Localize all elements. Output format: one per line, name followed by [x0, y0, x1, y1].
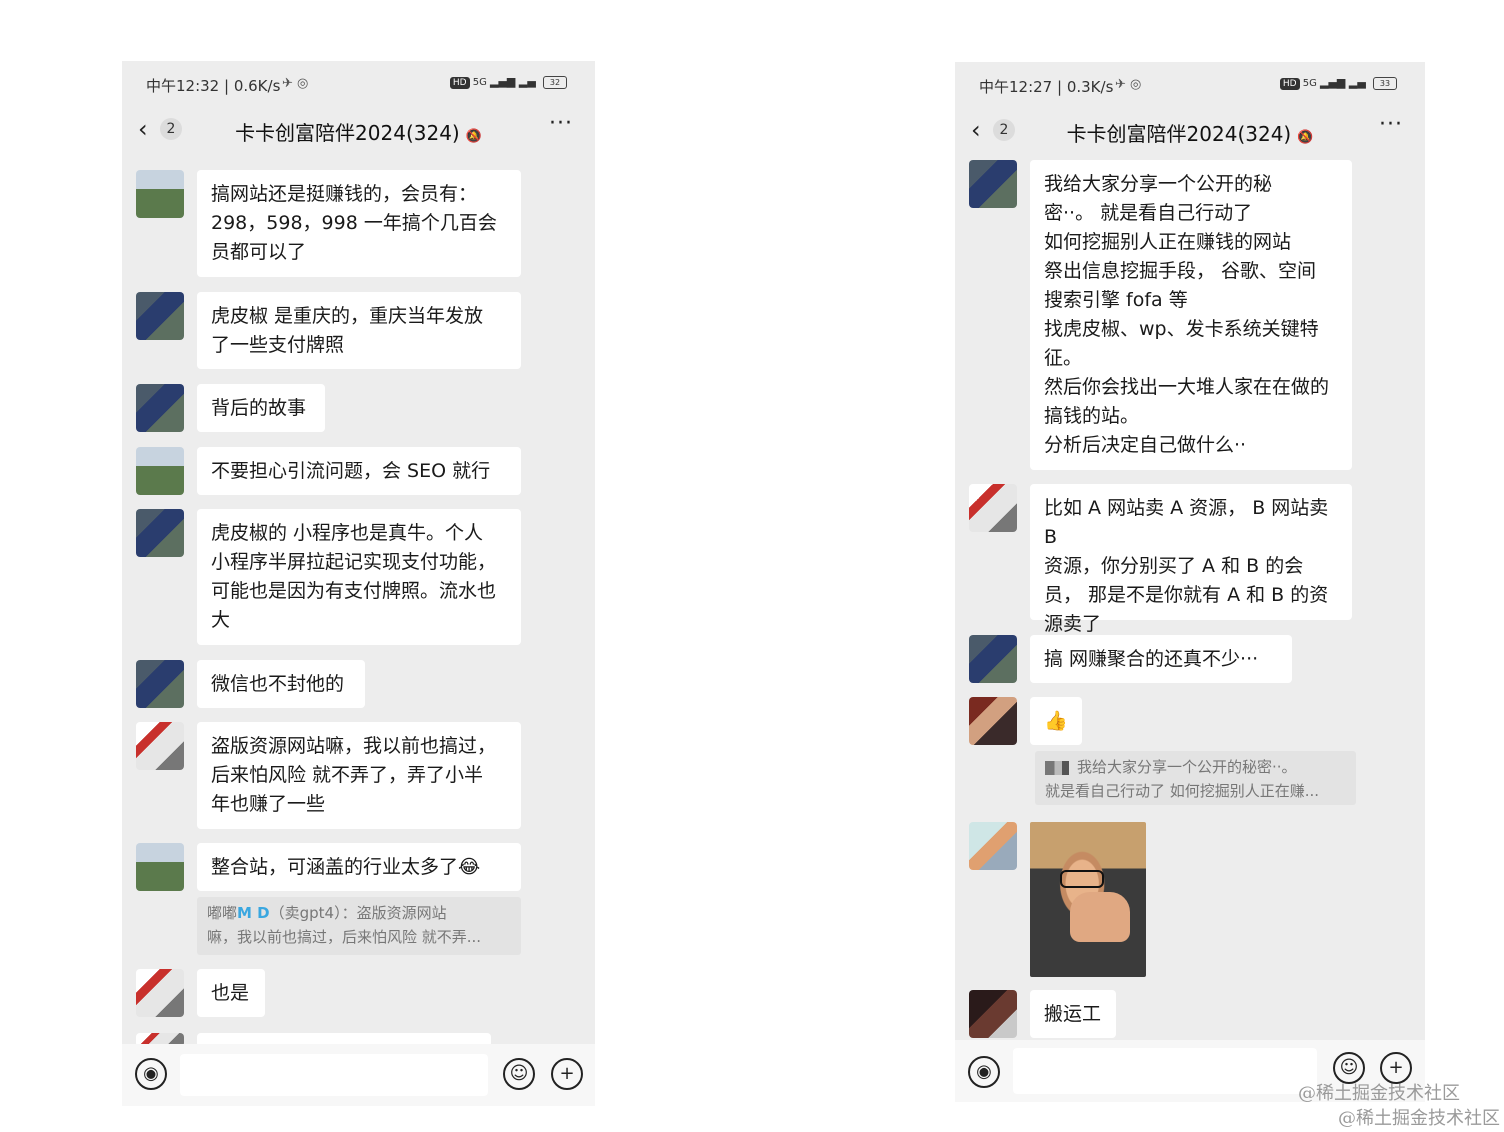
avatar[interactable] — [969, 635, 1017, 683]
status-time: 中午12:32 | 0.6K/s — [146, 77, 281, 95]
avatar[interactable] — [969, 990, 1017, 1038]
watermark: @稀土掘金技术社区 — [1298, 1083, 1460, 1104]
message-bubble[interactable]: 也是 — [197, 969, 265, 1017]
message-bubble[interactable]: 搞 网赚聚合的还真不少··· — [1030, 635, 1292, 683]
quote-author: 嘟嘟 — [207, 904, 238, 922]
avatar[interactable] — [969, 697, 1017, 745]
voice-icon[interactable]: ◉ — [968, 1056, 1000, 1088]
network-label: 5G — [1302, 78, 1317, 89]
chat-title-text: 卡卡创富陪伴2024(324) — [1066, 122, 1292, 146]
avatar[interactable] — [969, 822, 1017, 870]
right-phone-screenshot: 中午12:27 | 0.3K/s ✈ ◎ HD 5G ▂▄▆ ▂▄ 33 ‹ 2… — [955, 62, 1425, 1102]
left-phone-screenshot: 中午12:32 | 0.6K/s ✈ ◎ HD 5G ▂▄▆ ▂▄ 32 ‹ 2… — [122, 61, 595, 1106]
status-icons: ✈ ◎ — [1115, 77, 1142, 92]
network-label: 5G — [472, 77, 487, 88]
avatar[interactable] — [136, 660, 184, 708]
more-icon[interactable]: ··· — [1379, 112, 1403, 137]
image-message[interactable] — [1030, 822, 1146, 977]
signal-icon: ▂▄▆ ▂▄ — [490, 75, 536, 88]
chat-header: ‹ 2 卡卡创富陪伴2024(324) 🔕 ··· — [955, 108, 1425, 152]
message-bubble[interactable]: 搬运工 — [1030, 990, 1116, 1038]
status-right: HD 5G ▂▄▆ ▂▄ 32 — [449, 75, 567, 89]
message-bubble[interactable]: 虎皮椒的 小程序也是真牛。个人 小程序半屏拉起记实现支付功能， 可能也是因为有支… — [197, 509, 521, 645]
quote-author-badge: M D — [237, 904, 270, 922]
avatar[interactable] — [136, 843, 184, 891]
message-bubble[interactable]: 微信也不封他的 — [197, 660, 365, 708]
photo-detail — [1070, 892, 1130, 942]
message-bubble[interactable]: 虎皮椒 是重庆的，重庆当年发放 了一些支付牌照 — [197, 292, 521, 369]
avatar[interactable] — [969, 160, 1017, 208]
chat-title: 卡卡创富陪伴2024(324) 🔕 — [955, 118, 1425, 147]
message-input[interactable] — [1013, 1048, 1317, 1094]
status-icons: ✈ ◎ — [282, 76, 309, 91]
quote-text-2: 嘛，我以前也搞过，后来怕风险 就不弄... — [207, 928, 482, 946]
quote-thumb — [1045, 760, 1069, 775]
quote-text-2: 就是看自己行动了 如何挖掘别人正在赚... — [1045, 782, 1320, 800]
chat-header: ‹ 2 卡卡创富陪伴2024(324) 🔕 ··· — [122, 107, 595, 151]
input-bar: ◉ ☺ + — [122, 1044, 595, 1106]
quoted-reply[interactable]: 我给大家分享一个公开的秘密··。 就是看自己行动了 如何挖掘别人正在赚... — [1035, 751, 1356, 805]
quote-text-1: 我给大家分享一个公开的秘密··。 — [1077, 758, 1297, 776]
status-bar: 中午12:27 | 0.3K/s ✈ ◎ HD 5G ▂▄▆ ▂▄ 33 — [955, 62, 1425, 108]
chat-title: 卡卡创富陪伴2024(324) 🔕 — [122, 117, 595, 146]
battery-icon: 33 — [1373, 76, 1397, 90]
message-input[interactable] — [180, 1054, 488, 1096]
message-bubble[interactable]: 不要担心引流问题，会 SEO 就行 — [197, 447, 521, 495]
avatar[interactable] — [136, 170, 184, 218]
avatar[interactable] — [136, 969, 184, 1017]
hd-icon: HD — [449, 77, 470, 89]
avatar[interactable] — [136, 509, 184, 557]
plus-icon[interactable]: + — [551, 1058, 583, 1090]
photo-detail — [1060, 870, 1104, 888]
quoted-reply[interactable]: 嘟嘟M D（卖gpt4）：盗版资源网站 嘛，我以前也搞过，后来怕风险 就不弄..… — [197, 897, 521, 955]
chat-title-text: 卡卡创富陪伴2024(324) — [235, 121, 460, 145]
watermark: @稀土掘金技术社区 — [1338, 1108, 1500, 1129]
avatar[interactable] — [136, 384, 184, 432]
status-bar: 中午12:32 | 0.6K/s ✈ ◎ HD 5G ▂▄▆ ▂▄ 32 — [122, 61, 595, 107]
message-bubble[interactable]: 比如 A 网站卖 A 资源， B 网站卖 B 资源，你分别买了 A 和 B 的会… — [1030, 484, 1352, 635]
mute-bell-icon: 🔕 — [1297, 130, 1314, 145]
avatar[interactable] — [969, 484, 1017, 532]
mute-bell-icon: 🔕 — [465, 129, 482, 144]
battery-icon: 32 — [543, 75, 567, 89]
message-bubble[interactable]: 背后的故事 — [197, 384, 325, 432]
status-time: 中午12:27 | 0.3K/s — [979, 78, 1114, 96]
thumbs-up-emoji[interactable]: 👍 — [1030, 697, 1082, 745]
message-bubble[interactable]: 整合站，可涵盖的行业太多了😂 — [197, 843, 521, 891]
message-bubble[interactable]: 盗版资源网站嘛，我以前也搞过， 后来怕风险 就不弄了，弄了小半 年也赚了一些 — [197, 722, 521, 829]
more-icon[interactable]: ··· — [549, 111, 573, 136]
hd-icon: HD — [1279, 78, 1300, 90]
emoji-icon[interactable]: ☺ — [503, 1058, 535, 1090]
message-bubble[interactable]: 我给大家分享一个公开的秘 密··。 就是看自己行动了 如何挖掘别人正在赚钱的网站… — [1030, 160, 1352, 470]
avatar[interactable] — [136, 722, 184, 770]
voice-icon[interactable]: ◉ — [135, 1058, 167, 1090]
signal-icon: ▂▄▆ ▂▄ — [1320, 76, 1366, 89]
quote-text-1: （卖gpt4）：盗版资源网站 — [269, 904, 447, 922]
avatar[interactable] — [136, 447, 184, 495]
message-bubble[interactable]: 搞网站还是挺赚钱的，会员有： 298，598，998 一年搞个几百会 员都可以了 — [197, 170, 521, 277]
status-right: HD 5G ▂▄▆ ▂▄ 33 — [1279, 76, 1397, 90]
avatar[interactable] — [136, 292, 184, 340]
